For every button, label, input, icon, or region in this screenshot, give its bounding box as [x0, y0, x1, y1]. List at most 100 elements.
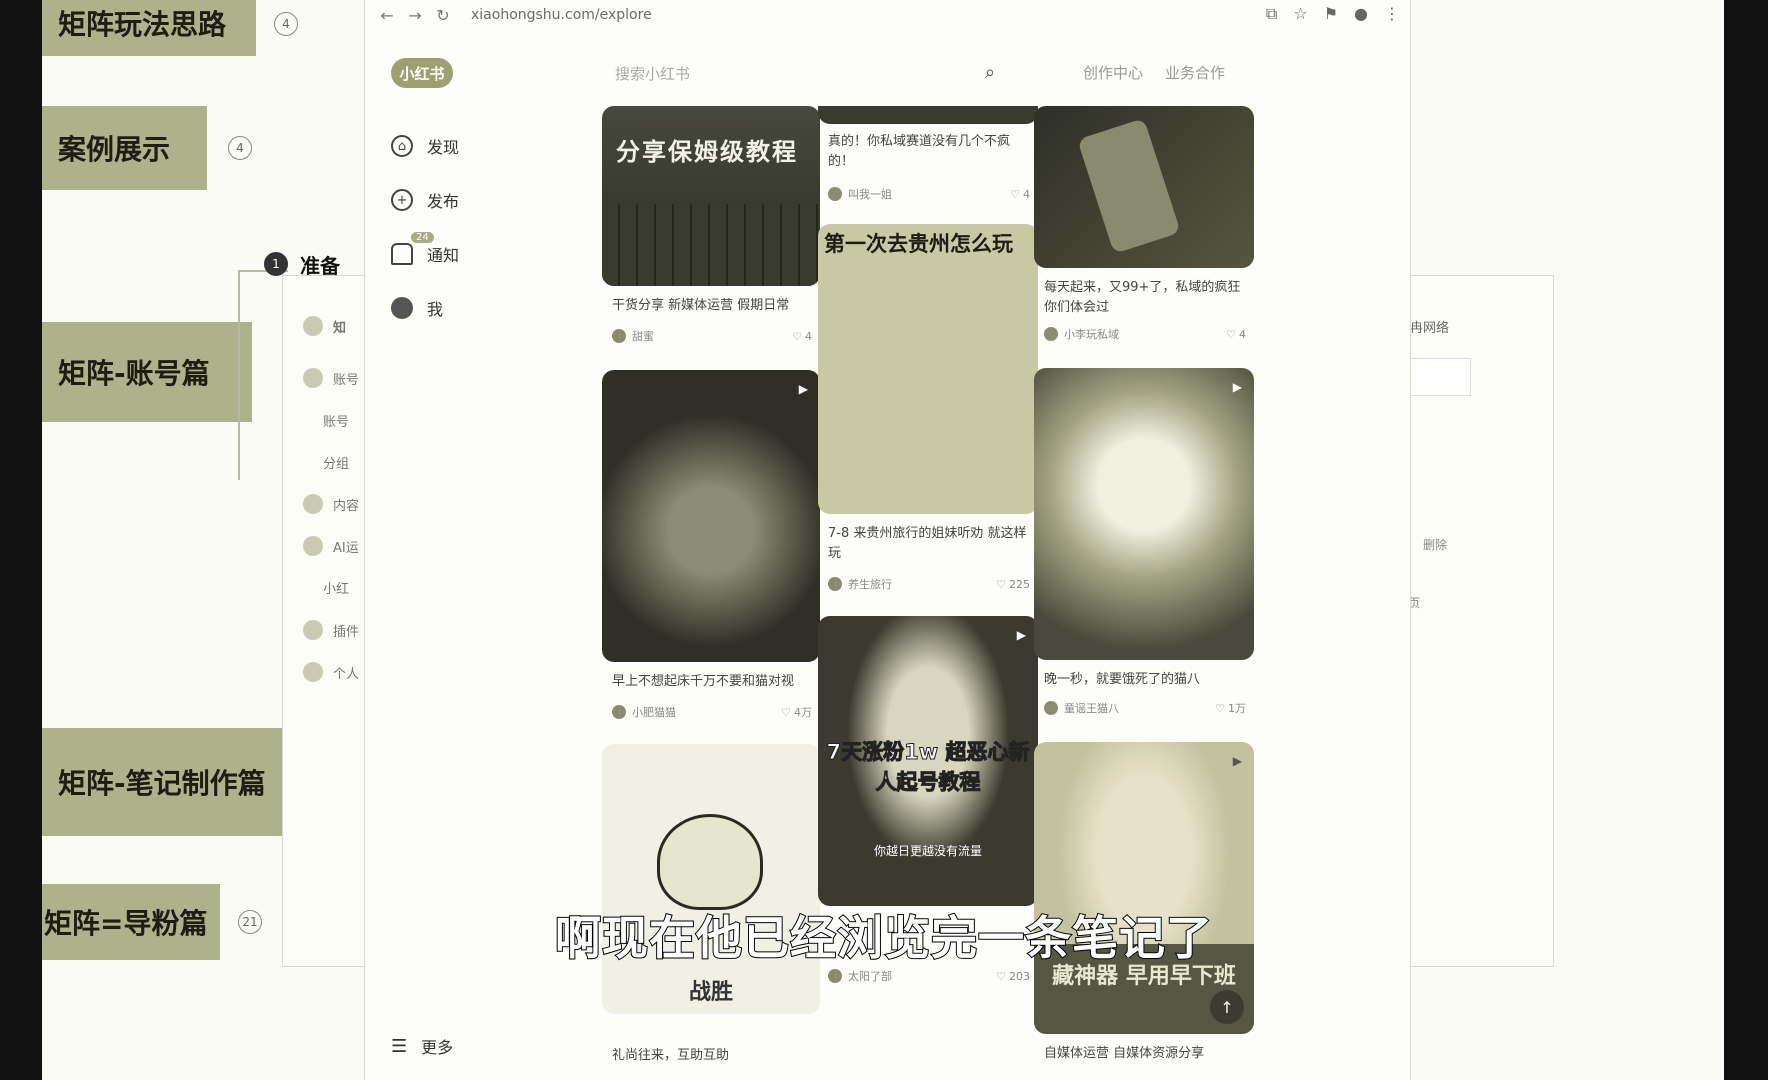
like-button[interactable]: ♡ 1万 — [1215, 700, 1246, 716]
menu-item[interactable]: 个人 — [333, 663, 359, 682]
mindmap-node-label: 矩阵玩法思路 — [58, 8, 227, 41]
extension-icon[interactable]: ⚑ — [1324, 4, 1338, 24]
note-title[interactable]: 干货分享 新媒体运营 假期日常 — [612, 296, 812, 316]
author-name[interactable]: 甜蜜 — [632, 328, 654, 344]
sidebar-item-discover[interactable]: ⌂ 发现 — [391, 134, 459, 158]
business-link[interactable]: 业务合作 — [1165, 62, 1225, 83]
bell-icon — [391, 243, 413, 265]
author-avatar — [612, 329, 626, 343]
mindmap-node[interactable]: 矩阵-笔记制作篇 — [42, 728, 284, 836]
cover-text: 7天涨粉1w 超恶心新人起号教程 — [826, 740, 1030, 795]
sidebar-item-me[interactable]: 我 — [391, 296, 443, 320]
like-count: 1万 — [1228, 702, 1246, 715]
note-card[interactable]: 每天起来，又99+了，私域的疯狂你们体会过 小李玩私域 ♡ 4 — [1034, 106, 1254, 346]
like-count: 4万 — [794, 706, 812, 719]
bookmark-star-icon[interactable]: ☆ — [1293, 4, 1307, 24]
author-avatar — [1044, 327, 1058, 341]
note-cover-image: ▶ 7天涨粉1w 超恶心新人起号教程 你越日更越没有流量 — [818, 616, 1038, 906]
menu-item[interactable]: 账号 — [333, 369, 359, 388]
heart-icon: ♡ — [1215, 701, 1225, 715]
cover-text: 分享保姆级教程 — [616, 138, 798, 166]
itinerary-graphic — [826, 264, 1030, 504]
like-count: 4 — [805, 329, 812, 343]
like-button[interactable]: ♡ 225 — [996, 578, 1030, 591]
author-name[interactable]: 太阳了部 — [848, 968, 892, 984]
sidebar-item-label: 更多 — [421, 1038, 454, 1057]
menu-item[interactable]: 内容 — [333, 495, 359, 514]
avatar-icon — [391, 297, 413, 319]
like-button[interactable]: ♡ 4 — [1226, 328, 1246, 341]
back-icon[interactable]: ← — [373, 6, 401, 25]
mindmap-node-label: 案例展示 — [58, 133, 171, 166]
notification-badge: 24 — [411, 232, 434, 243]
cover-subtext: 你越日更越没有流量 — [873, 844, 982, 858]
author-name[interactable]: 叫我一姐 — [848, 186, 892, 202]
like-button[interactable]: ♡ 4 — [1010, 188, 1030, 201]
author-name[interactable]: 养生旅行 — [848, 576, 892, 592]
author-avatar — [828, 187, 842, 201]
install-icon[interactable]: ⧉ — [1266, 4, 1277, 24]
sidebar-item-notifications[interactable]: 24 通知 — [391, 232, 459, 266]
author-name[interactable]: 小李玩私域 — [1064, 326, 1119, 342]
like-button[interactable]: ♡ 4 — [792, 330, 812, 343]
note-cover-image: 第一次去贵州怎么玩 — [818, 224, 1038, 514]
menu-item[interactable]: 插件 — [333, 621, 359, 640]
search-icon[interactable]: ⌕ — [985, 62, 995, 83]
cover-text: 第一次去贵州怎么玩 — [824, 232, 1013, 256]
menu-item[interactable]: 账号 — [323, 411, 349, 430]
note-card[interactable]: ▶ 晚一秒，就要饿死了的猫八 童谣王猫八 ♡ 1万 — [1034, 368, 1254, 718]
note-card[interactable]: ▶ 早上不想起床千万不要和猫对视 小肥猫猫 ♡ 4万 — [602, 370, 820, 719]
home-icon: ⌂ — [391, 135, 413, 157]
note-title[interactable]: 礼尚往来，互助互助 — [612, 1046, 812, 1066]
note-cover-image: 战胜 — [602, 744, 820, 1014]
like-button[interactable]: ♡ 203 — [996, 970, 1030, 983]
creator-center-link[interactable]: 创作中心 — [1083, 62, 1143, 83]
profile-icon[interactable]: ● — [1354, 4, 1368, 24]
note-title[interactable]: 真的！你私域赛道没有几个不疯的！ — [828, 132, 1030, 172]
sidebar-more[interactable]: ☰ 更多 — [391, 1034, 453, 1058]
delete-link[interactable]: 删除 — [1423, 536, 1447, 553]
reload-icon[interactable]: ↻ — [429, 6, 457, 25]
note-card[interactable]: 第一次去贵州怎么玩 7-8 来贵州旅行的姐妹听劝 就这样玩 养生旅行 ♡ 225 — [818, 224, 1038, 594]
video-play-icon: ▶ — [1232, 380, 1242, 394]
note-card[interactable]: 真的！你私域赛道没有几个不疯的！ 叫我一姐 ♡ 4 — [818, 106, 1038, 206]
note-title[interactable]: 7-8 来贵州旅行的姐妹听劝 就这样玩 — [828, 524, 1030, 564]
step-number-badge: 1 — [264, 252, 288, 276]
note-cover-image: ▶ 藏神器 早用早下班 ↑ — [1034, 742, 1254, 1034]
note-card[interactable]: 分享保姆级教程 干货分享 新媒体运营 假期日常 甜蜜 ♡ 4 — [602, 106, 820, 346]
note-title[interactable]: 自媒体运营 自媒体资源分享 — [1044, 1044, 1246, 1064]
keyboard-graphic — [602, 204, 820, 286]
heart-icon: ♡ — [792, 329, 802, 343]
menu-item[interactable]: AI运 — [333, 537, 359, 556]
note-title[interactable]: 每天起来，又99+了，私域的疯狂你们体会过 — [1044, 278, 1246, 318]
mindmap-node-label: 矩阵-笔记制作篇 — [58, 767, 266, 800]
author-avatar — [612, 705, 626, 719]
mindmap-connector — [238, 270, 240, 480]
ai-icon — [303, 536, 323, 556]
menu-dots-icon[interactable]: ⋮ — [1384, 4, 1400, 24]
author-avatar — [828, 969, 842, 983]
forward-icon[interactable]: → — [401, 6, 429, 25]
author-name[interactable]: 童谣王猫八 — [1064, 700, 1119, 716]
url-field[interactable]: xiaohongshu.com/explore — [471, 7, 652, 23]
heart-icon: ♡ — [996, 969, 1006, 983]
heart-icon: ♡ — [781, 705, 791, 719]
mindmap-node[interactable]: 案例展示 — [42, 106, 207, 190]
sidebar-item-label: 发布 — [427, 192, 460, 211]
menu-item[interactable]: 小红 — [323, 578, 349, 597]
video-play-icon: ▶ — [1232, 754, 1242, 768]
back-to-top-icon[interactable]: ↑ — [1210, 990, 1244, 1024]
mindmap-node[interactable]: 矩阵玩法思路 — [42, 0, 256, 56]
search-input[interactable]: 搜索小红书 — [615, 60, 1015, 86]
note-title[interactable]: 晚一秒，就要饿死了的猫八 — [1044, 670, 1246, 690]
menu-item[interactable]: 分组 — [323, 453, 349, 472]
author-name[interactable]: 小肥猫猫 — [632, 704, 676, 720]
mindmap-node[interactable]: 矩阵-账号篇 — [42, 322, 252, 422]
video-play-icon: ▶ — [1016, 628, 1026, 642]
note-cover-image — [1034, 106, 1254, 268]
user-icon — [303, 368, 323, 388]
like-button[interactable]: ♡ 4万 — [781, 704, 812, 720]
sidebar-item-publish[interactable]: + 发布 — [391, 188, 459, 212]
xiaohongshu-logo[interactable]: 小红书 — [391, 58, 453, 88]
note-title[interactable]: 早上不想起床千万不要和猫对视 — [612, 672, 812, 692]
